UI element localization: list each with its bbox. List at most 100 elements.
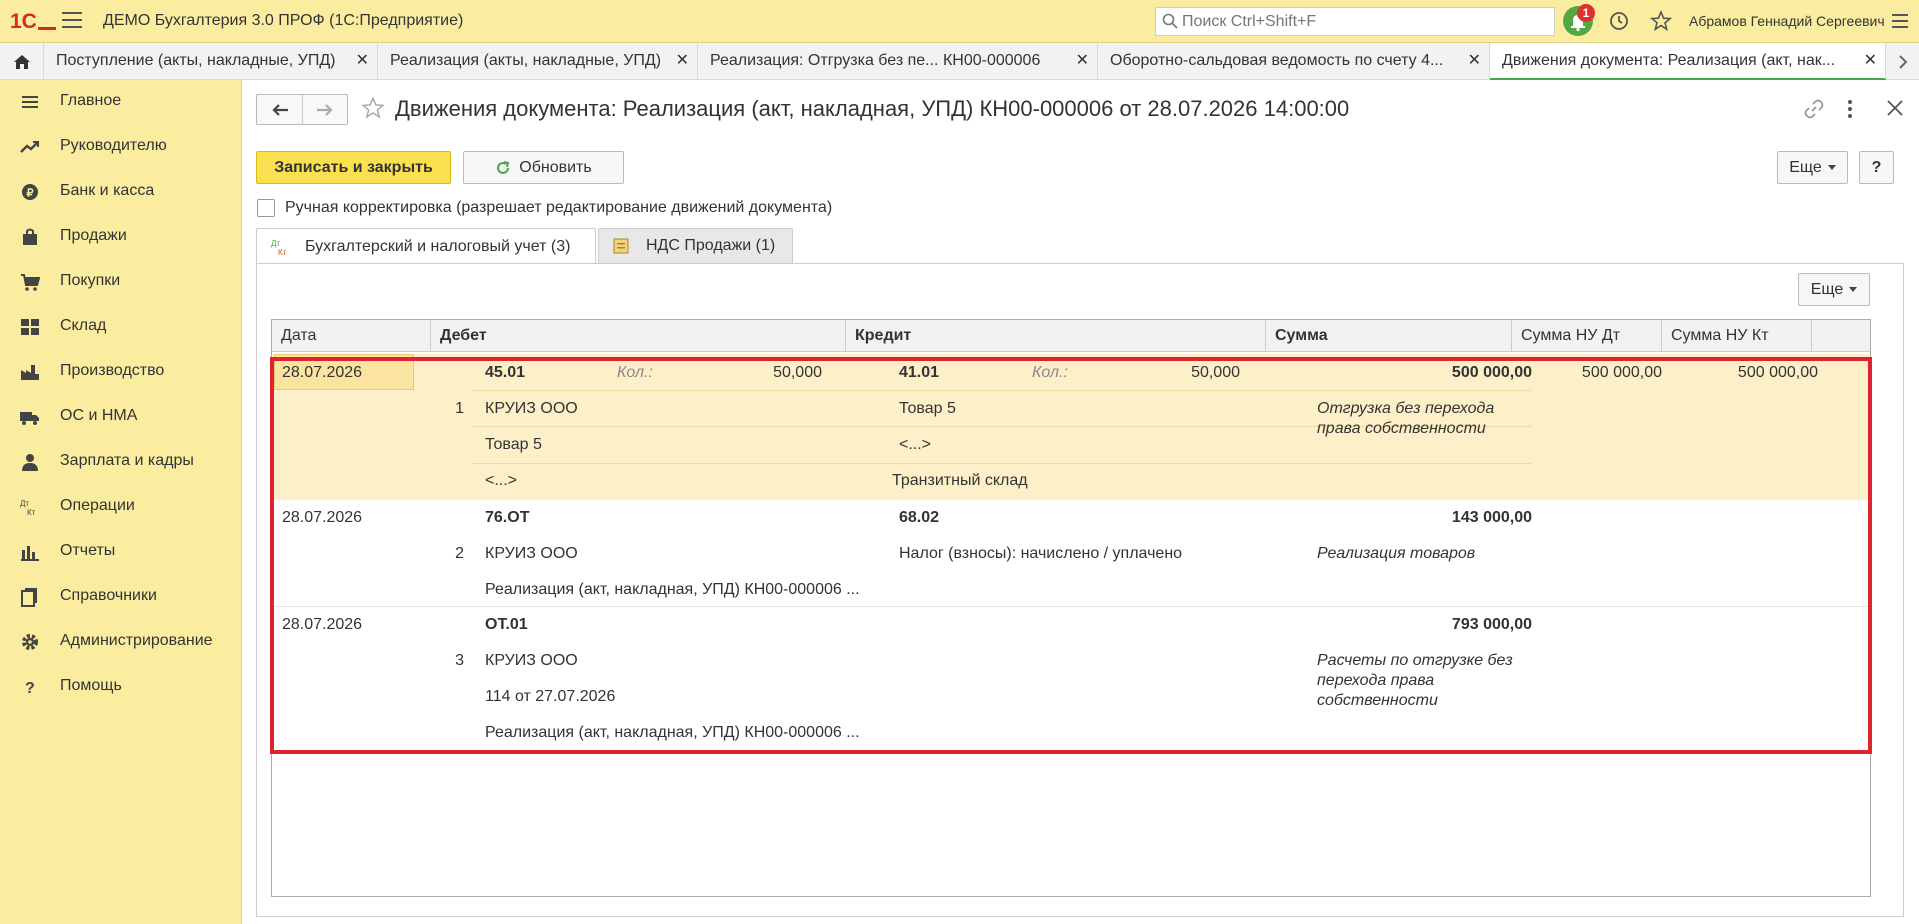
system-menu-icon[interactable]: [1890, 10, 1910, 32]
sidebar-item-main[interactable]: Главное: [0, 80, 242, 125]
tab-vat-label: НДС Продажи (1): [646, 237, 776, 254]
dt-kt-icon: ДтКт: [20, 499, 36, 517]
forward-button[interactable]: [302, 95, 347, 124]
sidebar-item-reports[interactable]: Отчеты: [0, 530, 242, 575]
favorites-star-icon[interactable]: [1650, 10, 1672, 32]
table-more-button[interactable]: Еще: [1798, 273, 1870, 306]
cell-date: 28.07.2026: [282, 509, 363, 526]
cell-credit-qty-label: Кол.:: [1032, 364, 1068, 381]
cell-debit-subconto-2: Реализация (акт, накладная, УПД) КН00-00…: [485, 581, 860, 598]
arrow-right-icon: [317, 103, 333, 116]
sidebar-item-operations[interactable]: Дт Кт Операции: [0, 485, 242, 530]
cell-credit-subconto-1: Товар 5: [899, 400, 956, 417]
more-label: Еще: [1789, 158, 1822, 176]
tab-window-1[interactable]: Поступление (акты, накладные, УПД) ✕: [44, 43, 378, 80]
sidebar-item-help[interactable]: ? Помощь: [0, 665, 242, 710]
cell-sum: 143 000,00: [1451, 509, 1532, 526]
cell-debit-subconto-2: Товар 5: [485, 436, 542, 453]
manual-correction: Ручная корректировка (разрешает редактир…: [257, 197, 832, 219]
cell-comment: Отгрузка без перехода права собственност…: [1317, 400, 1495, 437]
sidebar-item-label: Склад: [60, 317, 107, 334]
cell-sum-nu-dt: 500 000,00: [1581, 364, 1662, 381]
kebab-menu-icon[interactable]: [1846, 99, 1854, 119]
home-tab[interactable]: [0, 43, 44, 80]
main-menu-button[interactable]: [62, 12, 82, 30]
col-header-credit[interactable]: Кредит: [846, 320, 1266, 352]
postings-table[interactable]: Дата Дебет Кредит Сумма Сумма НУ Дт Сумм…: [271, 319, 1871, 897]
cell-sum-nu-kt: 500 000,00: [1737, 364, 1818, 381]
refresh-button[interactable]: Обновить: [463, 151, 624, 184]
more-actions-button[interactable]: Еще: [1777, 151, 1848, 184]
sidebar-item-production[interactable]: Производство: [0, 350, 242, 395]
close-tab-icon[interactable]: ✕: [1076, 43, 1089, 79]
tab-window-5-active[interactable]: Движения документа: Реализация (акт, нак…: [1490, 43, 1886, 80]
link-icon[interactable]: [1804, 99, 1824, 119]
page-title: Движения документа: Реализация (акт, нак…: [395, 96, 1350, 121]
close-icon[interactable]: [1886, 99, 1904, 117]
tab-label: Поступление (акты, накладные, УПД): [56, 52, 336, 69]
col-header-sum[interactable]: Сумма: [1266, 320, 1512, 352]
svg-text:Кт: Кт: [278, 248, 287, 257]
sidebar-item-purchases[interactable]: Покупки: [0, 260, 242, 305]
global-search[interactable]: [1155, 7, 1555, 36]
document-form: Движения документа: Реализация (акт, нак…: [243, 80, 1919, 924]
col-header-debit[interactable]: Дебет: [431, 320, 846, 352]
row-subline: [472, 463, 1532, 464]
book-icon: [21, 588, 37, 607]
sidebar-item-sales[interactable]: Продажи: [0, 215, 242, 260]
tab-window-4[interactable]: Оборотно-сальдовая ведомость по счету 4.…: [1098, 43, 1490, 80]
cell-debit-subconto-3: <...>: [485, 472, 518, 489]
1c-logo-icon: 1С: [10, 10, 56, 33]
trend-icon: [20, 141, 39, 153]
user-name[interactable]: Абрамов Геннадий Сергеевич: [1689, 13, 1885, 29]
close-tab-icon[interactable]: ✕: [1468, 43, 1481, 79]
favorite-star-icon[interactable]: [361, 96, 385, 120]
close-tab-icon[interactable]: ✕: [676, 43, 689, 79]
svg-text:Дт: Дт: [271, 239, 280, 248]
coin-icon: ₽: [22, 184, 38, 200]
history-icon[interactable]: [1608, 10, 1630, 32]
back-button[interactable]: [257, 95, 302, 124]
table-header: Дата Дебет Кредит Сумма Сумма НУ Дт Сумм…: [272, 320, 1870, 352]
cell-comment: Расчеты по отгрузке без перехода права с…: [1317, 652, 1513, 709]
col-header-sum-nu-dt[interactable]: Сумма НУ Дт: [1512, 320, 1662, 352]
arrow-left-icon: [271, 103, 288, 116]
tab-label: Реализация (акты, накладные, УПД): [390, 52, 662, 69]
sidebar-item-catalogs[interactable]: Справочники: [0, 575, 242, 620]
sidebar-item-warehouse[interactable]: Склад: [0, 305, 242, 350]
person-icon: [22, 454, 38, 471]
manual-correction-label[interactable]: Ручная корректировка (разрешает редактир…: [285, 199, 832, 217]
manual-correction-checkbox[interactable]: [257, 199, 275, 217]
app-title: ДЕМО Бухгалтерия 3.0 ПРОФ (1С:Предприяти…: [103, 12, 464, 29]
help-button[interactable]: ?: [1859, 151, 1894, 184]
history-nav: [256, 94, 348, 125]
sidebar-item-fixed-assets[interactable]: ОС и НМА: [0, 395, 242, 440]
tab-window-2[interactable]: Реализация (акты, накладные, УПД) ✕: [378, 43, 698, 80]
save-and-close-button[interactable]: Записать и закрыть: [256, 151, 451, 184]
search-input[interactable]: [1182, 10, 1547, 33]
tab-accounting[interactable]: Дт Кт Бухгалтерский и налоговый учет (3): [256, 228, 596, 264]
tab-window-3[interactable]: Реализация: Отгрузка без пе... КН00-0000…: [698, 43, 1098, 80]
cell-credit-account: 68.02: [899, 509, 940, 526]
col-header-sum-nu-kt[interactable]: Сумма НУ Кт: [1662, 320, 1812, 352]
sidebar-item-admin[interactable]: Администрирование: [0, 620, 242, 665]
menu-icon: [22, 96, 38, 108]
tab-vat-sales[interactable]: НДС Продажи (1): [598, 228, 793, 263]
sidebar-item-label: Зарплата и кадры: [60, 452, 194, 469]
sidebar-item-label: Покупки: [60, 272, 121, 289]
sidebar-item-salary[interactable]: Зарплата и кадры: [0, 440, 242, 485]
sidebar-item-director[interactable]: Руководителю: [0, 125, 242, 170]
truck-icon: [20, 412, 39, 425]
col-header-date[interactable]: Дата: [272, 320, 431, 352]
cell-debit-subconto-1: КРУИЗ ООО: [485, 652, 578, 669]
close-tab-icon[interactable]: ✕: [356, 43, 369, 79]
tabs-scroll-right[interactable]: [1886, 43, 1919, 80]
cell-debit-subconto-2: 114 от 27.07.2026: [485, 688, 616, 705]
bag-icon: [23, 228, 37, 245]
close-tab-icon[interactable]: ✕: [1864, 43, 1877, 78]
factory-icon: [21, 365, 39, 380]
cell-credit-qty: 50,000: [1191, 364, 1240, 381]
sidebar-item-bank[interactable]: ₽ Банк и касса: [0, 170, 242, 215]
cell-date: 28.07.2026: [282, 616, 363, 633]
chevron-right-icon: [1898, 54, 1907, 69]
